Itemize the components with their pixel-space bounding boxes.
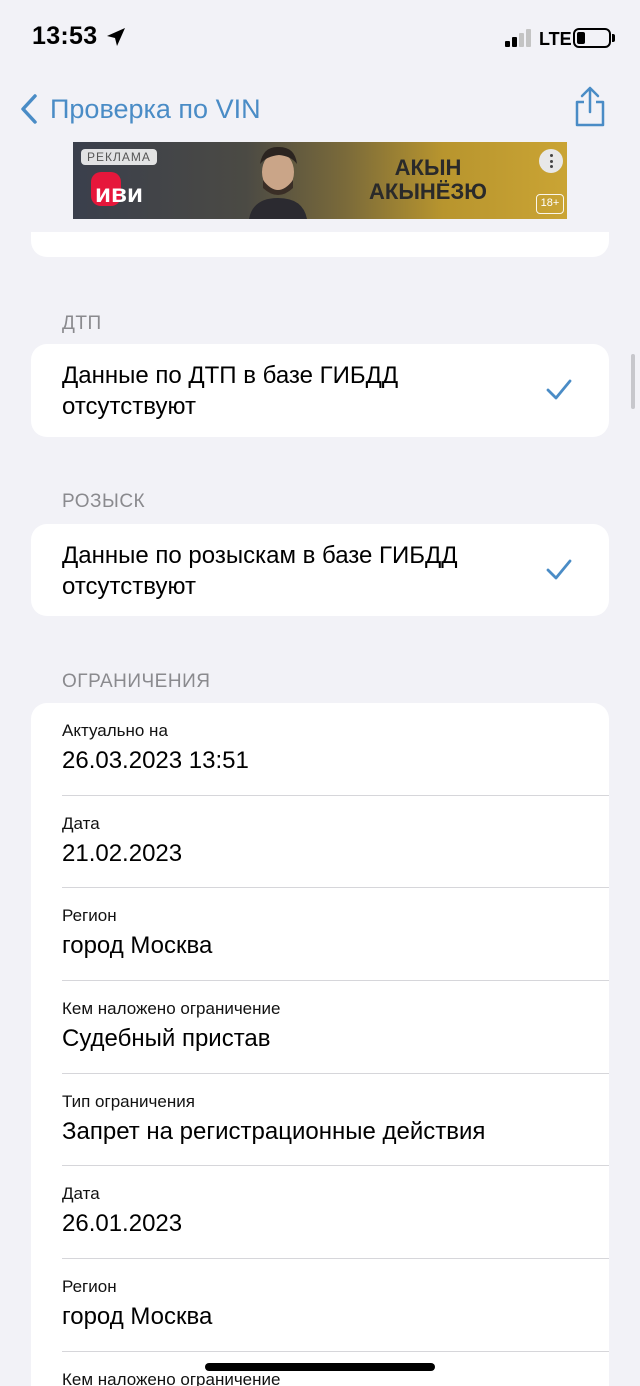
battery-tip xyxy=(612,34,615,42)
list-item: Дата 21.02.2023 xyxy=(31,796,609,888)
battery-icon xyxy=(573,28,611,48)
section-header-restrictions: ОГРАНИЧЕНИЯ xyxy=(62,671,211,692)
row-label: Дата xyxy=(62,814,100,833)
dtp-status-text: Данные по ДТП в базе ГИБДД отсутствуют xyxy=(62,362,399,420)
wanted-status-text: Данные по розыскам в базе ГИБДД отсутств… xyxy=(62,542,458,600)
back-button[interactable]: Проверка по VIN xyxy=(50,94,261,125)
ad-banner[interactable]: РЕКЛАМА иви АКЫН АКЫНЁЗЮ 18+ xyxy=(73,142,567,219)
chevron-left-icon[interactable] xyxy=(18,93,40,125)
row-label: Кем наложено ограничение xyxy=(62,1370,281,1386)
list-item: Регион город Москва xyxy=(31,888,609,981)
row-value: 26.03.2023 13:51 xyxy=(62,747,249,774)
row-label: Регион xyxy=(62,906,117,925)
row-value: город Москва xyxy=(62,1303,213,1330)
ad-person-image xyxy=(249,146,307,219)
home-indicator[interactable] xyxy=(205,1363,435,1371)
location-arrow-icon xyxy=(107,28,125,46)
section-header-dtp: ДТП xyxy=(62,313,102,334)
more-icon[interactable] xyxy=(539,149,563,173)
ad-brand-logo: иви xyxy=(91,172,143,208)
row-value: 21.02.2023 xyxy=(62,840,183,867)
ad-title-line2: АКЫНЁЗЮ xyxy=(369,179,487,204)
dtp-card: Данные по ДТП в базе ГИБДД отсутствуют xyxy=(31,344,609,437)
share-icon[interactable] xyxy=(572,86,608,128)
row-value: город Москва xyxy=(62,932,213,959)
status-time: 13:53 xyxy=(32,22,98,50)
scroll-indicator[interactable] xyxy=(631,354,635,409)
age-rating-badge: 18+ xyxy=(536,194,564,214)
previous-card-bottom xyxy=(31,232,609,257)
checkmark-icon xyxy=(546,379,572,400)
checkmark-icon xyxy=(546,559,572,580)
row-label: Кем наложено ограничение xyxy=(62,999,281,1018)
section-header-wanted: РОЗЫСК xyxy=(62,491,146,512)
row-label: Дата xyxy=(62,1184,100,1203)
ad-title-line1: АКЫН xyxy=(394,155,462,180)
row-label: Актуально на xyxy=(62,721,168,740)
row-label: Тип ограничения xyxy=(62,1092,195,1111)
list-item: Кем наложено ограничение Судебный приста… xyxy=(31,981,609,1074)
list-item: Регион город Москва xyxy=(31,1259,609,1352)
row-value: Запрет на регистрационные действия xyxy=(62,1118,486,1145)
signal-icon xyxy=(505,29,535,47)
svg-text:иви: иви xyxy=(95,178,143,208)
row-value: 26.01.2023 xyxy=(62,1210,183,1237)
network-type: LTE xyxy=(539,29,572,49)
wanted-card: Данные по розыскам в базе ГИБДД отсутств… xyxy=(31,524,609,616)
list-item: Дата 26.01.2023 xyxy=(31,1166,609,1259)
list-item: Тип ограничения Запрет на регистрационны… xyxy=(31,1074,609,1166)
row-value: Судебный пристав xyxy=(62,1025,271,1052)
ad-title: АКЫН АКЫНЁЗЮ xyxy=(343,156,513,204)
row-label: Регион xyxy=(62,1277,117,1296)
list-item: Актуально на 26.03.2023 13:51 xyxy=(31,703,609,796)
